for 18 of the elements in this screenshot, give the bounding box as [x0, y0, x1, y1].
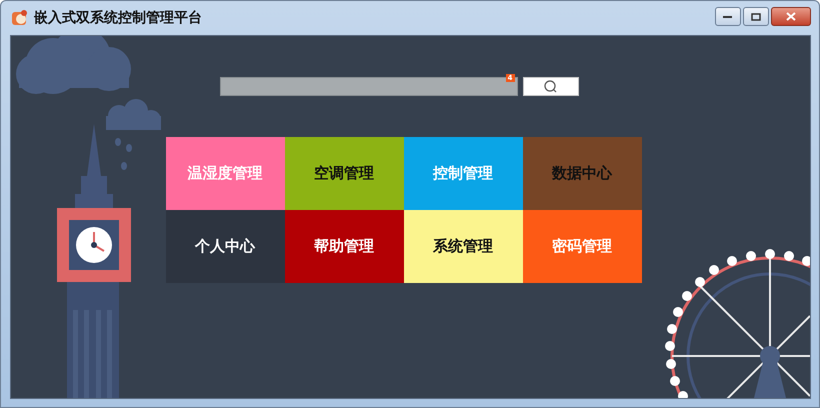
maximize-button[interactable]	[743, 7, 769, 26]
menu-tile[interactable]: 温湿度管理	[166, 137, 284, 210]
menu-tile[interactable]: 数据中心	[522, 137, 642, 210]
search-button[interactable]	[522, 77, 578, 96]
menu-tile[interactable]: 系统管理	[404, 210, 522, 283]
search-icon	[542, 80, 558, 94]
minimize-icon	[723, 14, 733, 18]
menu-tile[interactable]: 控制管理	[404, 137, 522, 210]
window-title: 嵌入式双系统控制管理平台	[34, 9, 202, 27]
minimize-button[interactable]	[715, 7, 741, 26]
close-icon	[786, 12, 796, 21]
menu-tile[interactable]: 个人中心	[166, 210, 284, 283]
maximize-icon	[751, 12, 761, 20]
menu-tile[interactable]: 密码管理	[522, 210, 642, 283]
menu-tile[interactable]: 帮助管理	[284, 210, 404, 283]
app-icon	[10, 8, 30, 28]
menu-tile[interactable]: 空调管理	[284, 137, 404, 210]
close-button[interactable]	[771, 7, 811, 26]
